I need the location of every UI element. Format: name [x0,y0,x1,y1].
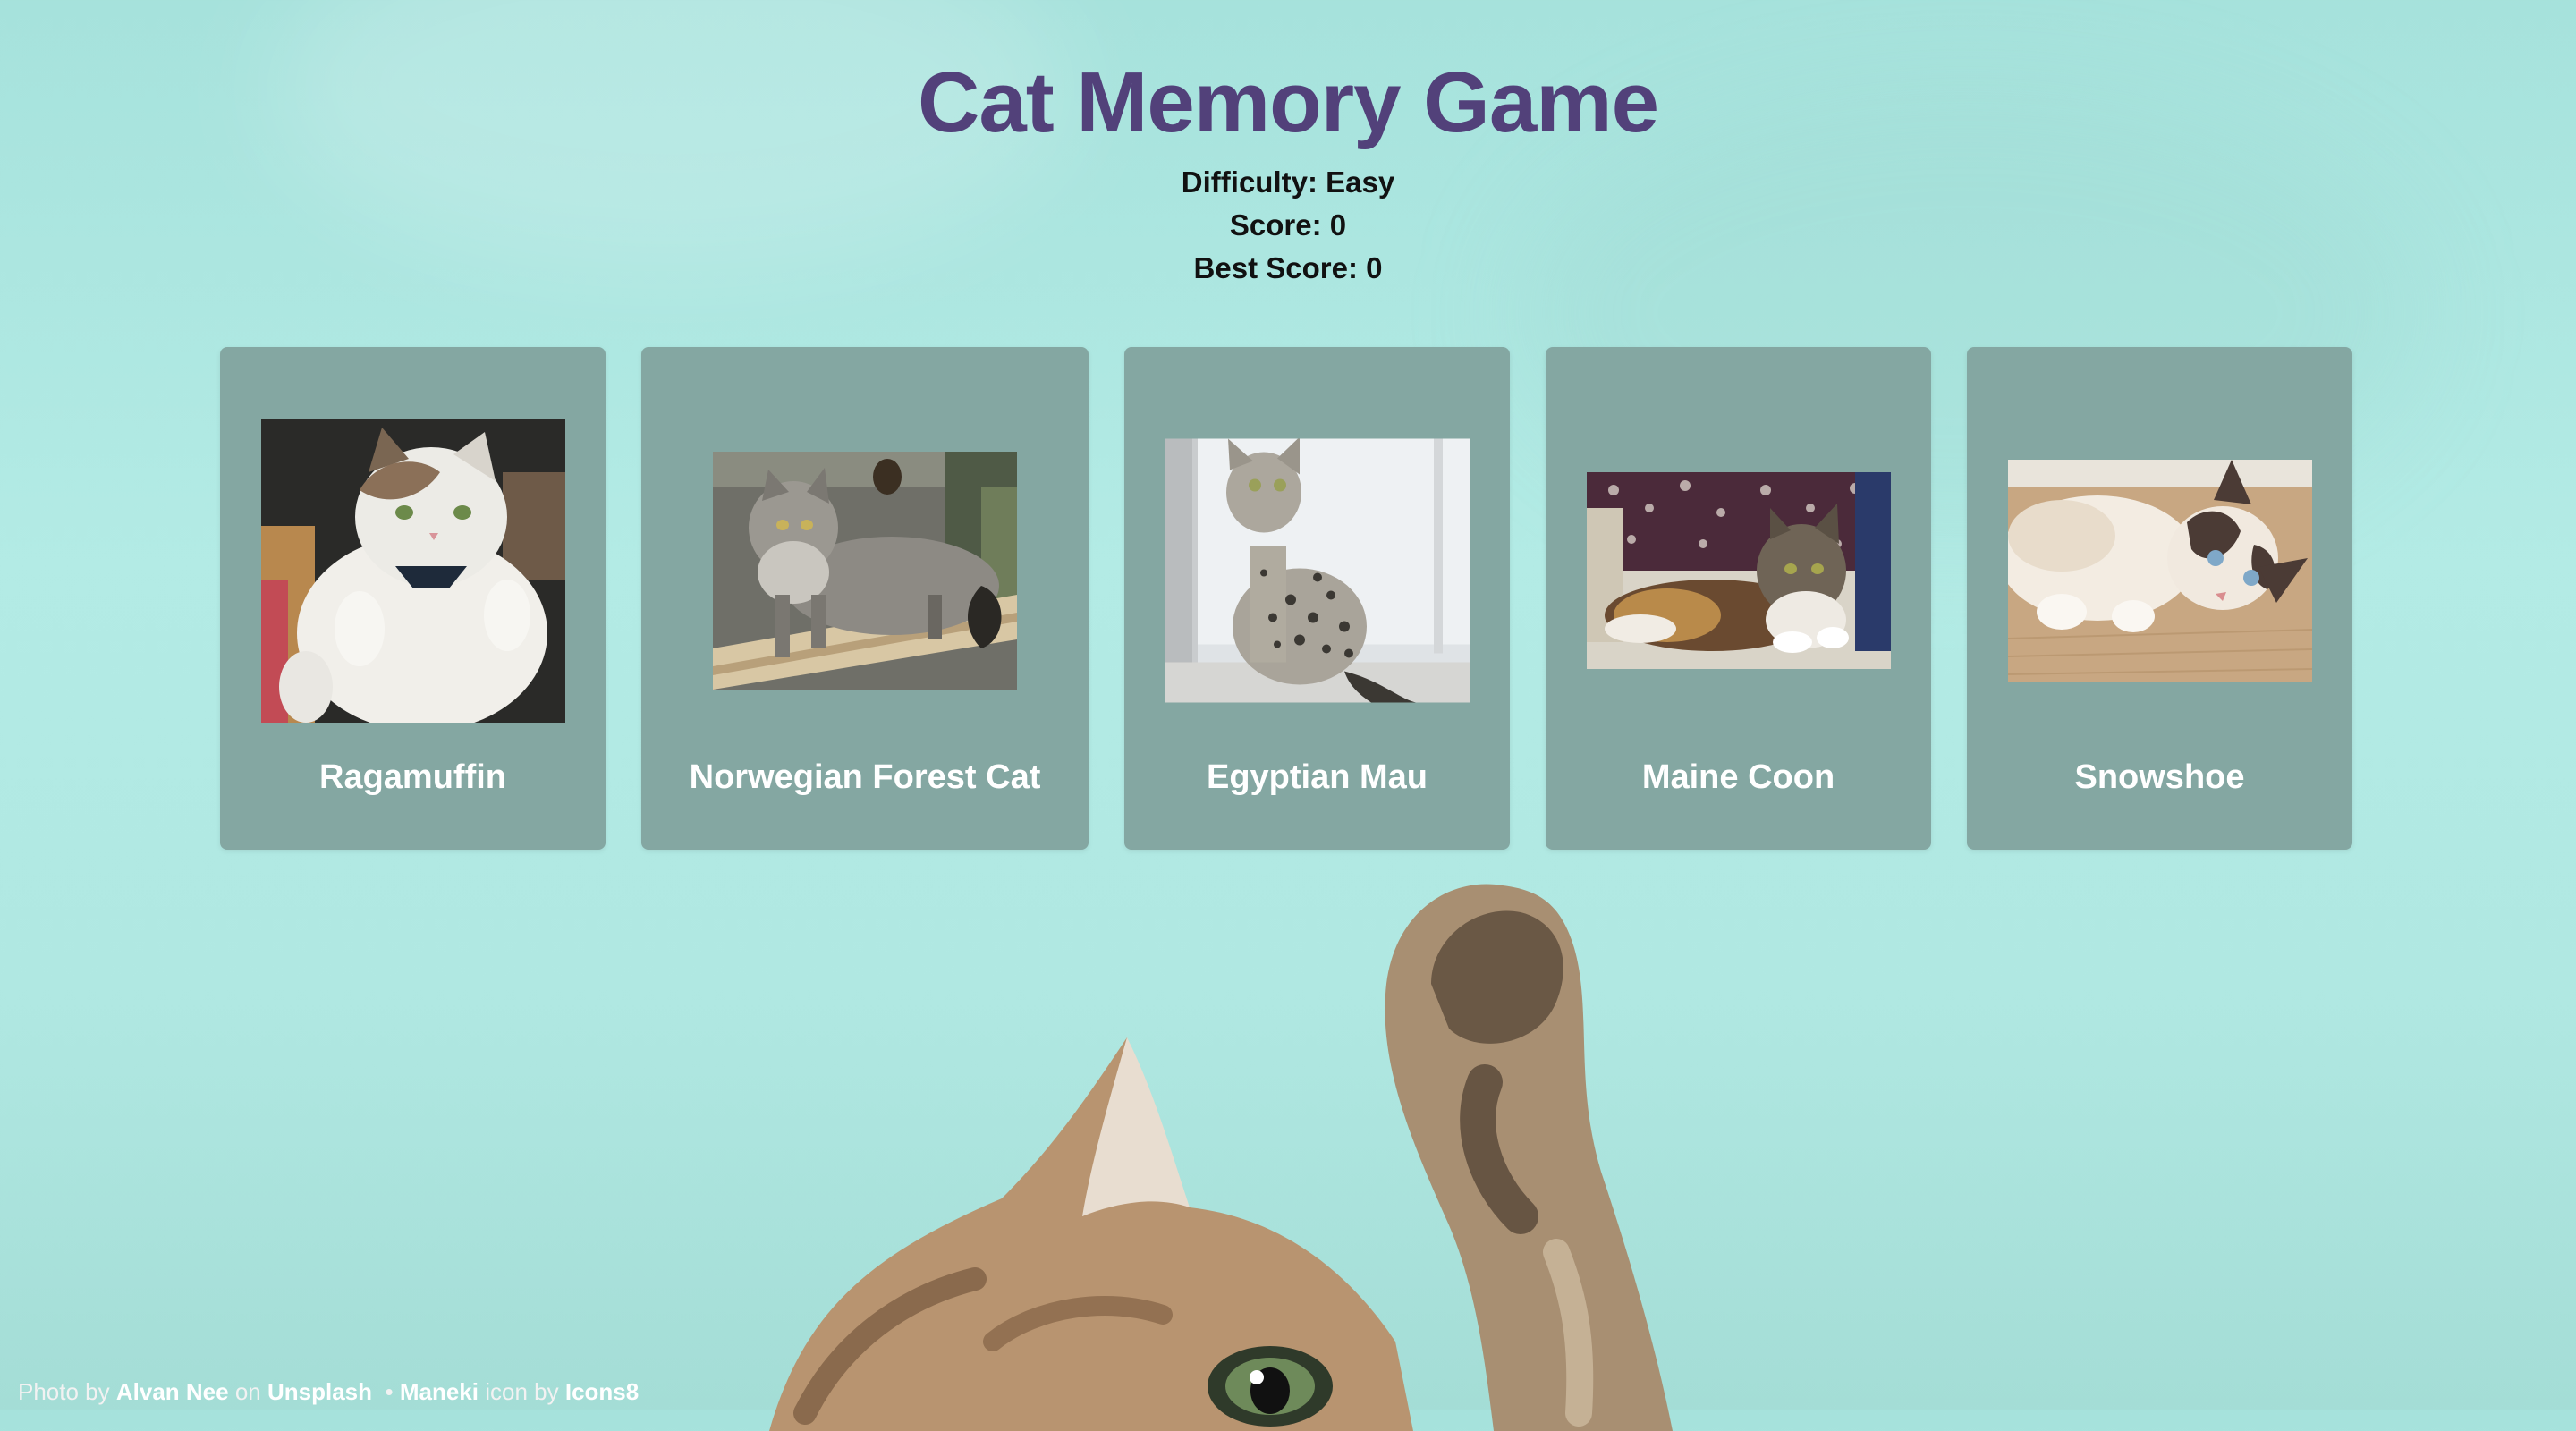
norwegian-forest-cat-photo [713,452,1017,690]
card-label: Ragamuffin [319,758,506,796]
game-header: Cat Memory Game Difficulty: Easy Score: … [0,45,2576,290]
best-score-label: Best Score: 0 [1193,251,1383,284]
card-label: Maine Coon [1641,758,1835,796]
score-label: Score: 0 [1229,208,1347,241]
on-text: on [234,1378,261,1405]
background-cat-image [769,884,1673,1431]
card-label: Norwegian Forest Cat [689,758,1041,796]
photo-by-text: Photo by [18,1378,110,1405]
card-norwegian-forest-cat[interactable]: Norwegian Forest Cat [641,347,1089,850]
card-grid: Ragamuffin Norwegian Forest Cat Egyptian… [220,347,2352,850]
card-snowshoe[interactable]: Snowshoe [1967,347,2352,850]
photographer-link[interactable]: Alvan Nee [116,1378,229,1405]
maneki-icon-link[interactable]: Maneki [400,1378,479,1405]
egyptian-mau-cat-photo [1165,438,1470,703]
snowshoe-cat-photo [2007,460,2312,682]
card-label: Snowshoe [2074,758,2245,796]
maine-coon-cat-photo [1586,472,1891,669]
attribution-footer: Photo by Alvan Nee on Unsplash • Maneki … [18,1378,639,1406]
page-title: Cat Memory Game [918,55,1659,150]
unsplash-link[interactable]: Unsplash [267,1378,372,1405]
icons8-link[interactable]: Icons8 [565,1378,639,1405]
difficulty-label: Difficulty: Easy [1181,165,1395,199]
card-label: Egyptian Mau [1206,758,1428,796]
card-egyptian-mau[interactable]: Egyptian Mau [1124,347,1510,850]
icon-by-text: icon by [485,1378,559,1405]
ragamuffin-cat-photo [260,419,565,723]
separator-dot: • [385,1378,394,1405]
card-ragamuffin[interactable]: Ragamuffin [220,347,606,850]
card-maine-coon[interactable]: Maine Coon [1546,347,1931,850]
